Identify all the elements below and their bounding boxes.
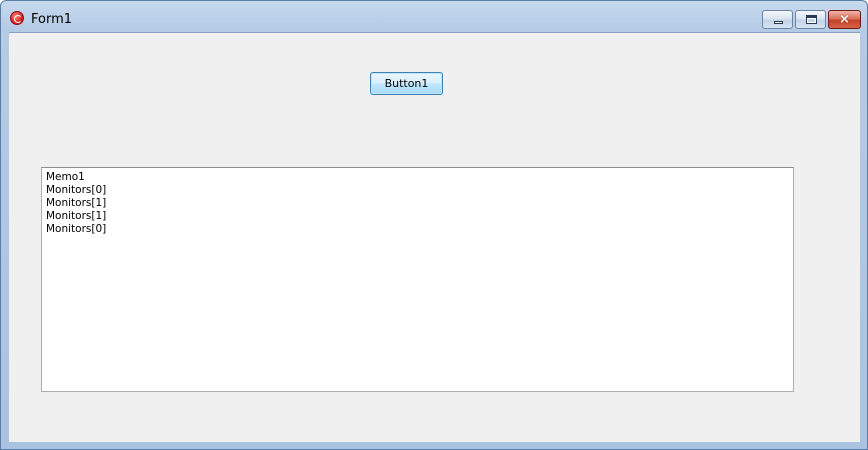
maximize-icon (806, 15, 817, 24)
window-title: Form1 (31, 12, 73, 27)
app-icon[interactable] (10, 11, 24, 25)
minimize-icon (774, 21, 783, 24)
memo-textbox[interactable]: Memo1 Monitors[0] Monitors[1] Monitors[1… (41, 167, 794, 392)
memo-line: Monitors[1] (46, 210, 107, 222)
title-bar[interactable]: Form1 × (1, 1, 867, 32)
memo-line: Monitors[1] (46, 197, 107, 209)
form-client-area: Button1 Memo1 Monitors[0] Monitors[1] Mo… (9, 32, 860, 442)
minimize-button[interactable] (762, 10, 793, 29)
memo-line: Monitors[0] (46, 223, 107, 235)
close-icon: × (839, 12, 850, 27)
application-window: Form1 × Button1 Memo1 Monitors[0] Monito… (0, 0, 868, 450)
close-button[interactable]: × (828, 10, 861, 29)
memo-line: Memo1 (46, 171, 85, 183)
memo-line: Monitors[0] (46, 184, 107, 196)
maximize-button[interactable] (795, 10, 826, 29)
button1[interactable]: Button1 (370, 72, 443, 95)
